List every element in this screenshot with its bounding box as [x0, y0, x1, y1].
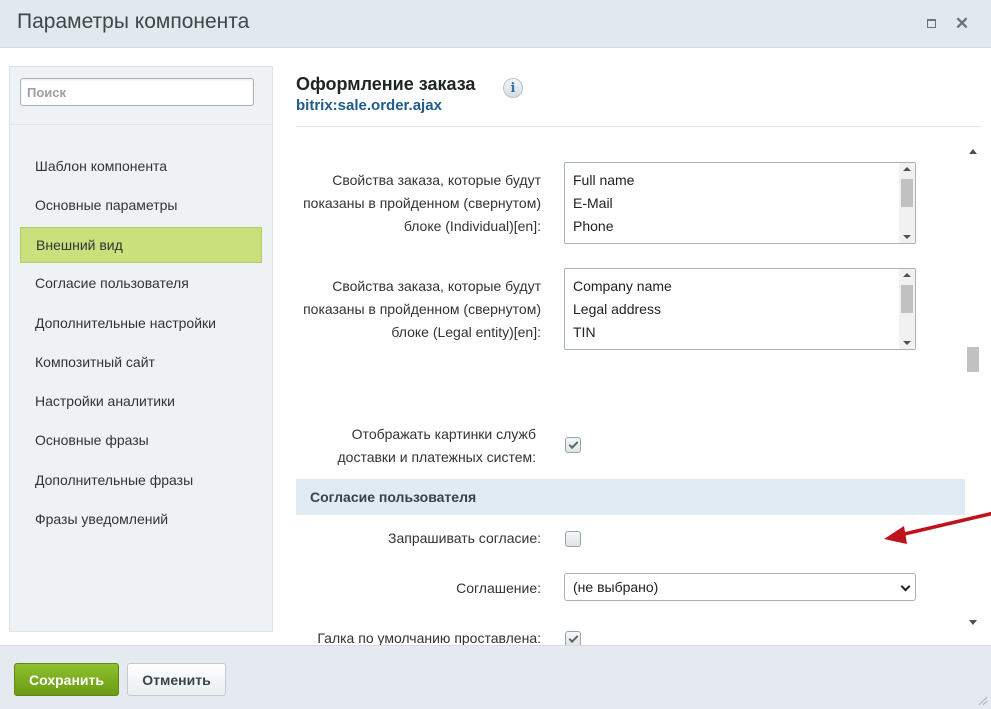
component-code: bitrix:sale.order.ajax — [296, 97, 442, 114]
agreement-selected-value: (не выбрано) — [573, 579, 659, 595]
request-consent-label: Запрашивать согласие: — [388, 530, 541, 546]
list-option[interactable]: Legal address — [573, 301, 661, 317]
list-option[interactable]: TIN — [573, 324, 596, 340]
checkmark-icon — [568, 438, 578, 449]
section-title: Согласие пользователя — [310, 489, 477, 505]
list-option[interactable]: Company name — [573, 278, 672, 294]
search-area — [10, 67, 272, 125]
list-option[interactable]: Full name — [573, 172, 634, 188]
main-scrollbar[interactable] — [965, 145, 982, 625]
list-option[interactable]: Phone — [573, 218, 613, 234]
sidebar-item-label: Дополнительные настройки — [35, 314, 216, 331]
header-divider — [296, 126, 982, 127]
scrollbar-thumb[interactable] — [967, 347, 979, 372]
main-panel: Оформление заказа i bitrix:sale.order.aj… — [296, 48, 991, 647]
info-icon[interactable]: i — [503, 78, 523, 98]
cancel-button[interactable]: Отменить — [127, 663, 226, 696]
close-icon: ✕ — [954, 13, 970, 33]
sidebar-nav: Шаблон компонента Основные параметры Вне… — [10, 146, 272, 539]
maximize-icon — [926, 18, 936, 28]
sidebar-item-component-template[interactable]: Шаблон компонента — [10, 146, 272, 185]
component-title: Оформление заказа — [296, 74, 476, 94]
show-images-label: Отображать картинки служб доставки и пла… — [337, 426, 536, 465]
sidebar-item-label: Фразы уведомлений — [35, 511, 169, 528]
agreement-label: Соглашение: — [456, 580, 541, 596]
save-button[interactable]: Сохранить — [14, 663, 119, 696]
dialog-content: Шаблон компонента Основные параметры Вне… — [0, 48, 991, 647]
window-titlebar: Параметры компонента ✕ — [0, 0, 991, 48]
listbox-scrollbar[interactable] — [899, 269, 915, 349]
sidebar-item-label: Согласие пользователя — [35, 275, 189, 292]
sidebar-item-label: Дополнительные фразы — [35, 471, 194, 488]
scroll-down-icon[interactable] — [969, 620, 977, 625]
sidebar-item-label: Основные фразы — [35, 432, 149, 449]
sidebar-item-analytics[interactable]: Настройки аналитики — [10, 381, 272, 420]
legal-props-label: Свойства заказа, которые будут показаны … — [303, 278, 541, 340]
request-consent-checkbox[interactable] — [565, 531, 581, 547]
sidebar-item-label: Композитный сайт — [35, 353, 155, 370]
checkmark-icon — [568, 632, 578, 643]
sidebar-item-main-params[interactable]: Основные параметры — [10, 185, 272, 224]
search-input[interactable] — [20, 78, 254, 106]
individual-props-label: Свойства заказа, которые будут показаны … — [303, 172, 541, 234]
dialog-footer: Сохранить Отменить — [0, 645, 991, 709]
chevron-down-icon — [900, 581, 911, 592]
window-title: Параметры компонента — [17, 10, 250, 33]
agreement-select[interactable]: (не выбрано) — [564, 573, 916, 601]
sidebar-item-appearance[interactable]: Внешний вид — [20, 226, 262, 263]
sidebar-item-label: Основные параметры — [35, 196, 178, 213]
sidebar-item-main-phrases[interactable]: Основные фразы — [10, 421, 272, 460]
sidebar: Шаблон компонента Основные параметры Вне… — [9, 66, 273, 632]
sidebar-item-label: Шаблон компонента — [35, 157, 168, 174]
resize-grip-icon[interactable] — [978, 696, 988, 706]
settings-scroll-area: Свойства заказа, которые будут показаны … — [296, 143, 991, 647]
sidebar-item-user-consent[interactable]: Согласие пользователя — [10, 264, 272, 303]
legal-props-listbox[interactable]: Company name Legal address TIN — [564, 268, 916, 350]
sidebar-item-additional-phrases[interactable]: Дополнительные фразы — [10, 460, 272, 499]
close-button[interactable]: ✕ — [951, 12, 973, 34]
list-option[interactable]: E-Mail — [573, 195, 613, 211]
sidebar-item-notification-phrases[interactable]: Фразы уведомлений — [10, 499, 272, 538]
scroll-up-icon[interactable] — [969, 149, 977, 154]
sidebar-item-label: Настройки аналитики — [35, 393, 176, 410]
maximize-button[interactable] — [920, 12, 942, 34]
listbox-scrollbar[interactable] — [899, 163, 915, 243]
section-header-user-consent: Согласие пользователя — [296, 479, 965, 515]
show-images-checkbox[interactable] — [565, 437, 581, 453]
sidebar-item-composite-site[interactable]: Композитный сайт — [10, 342, 272, 381]
individual-props-listbox[interactable]: Full name E-Mail Phone — [564, 162, 916, 244]
sidebar-item-label: Внешний вид — [36, 236, 123, 253]
sidebar-item-additional-settings[interactable]: Дополнительные настройки — [10, 303, 272, 342]
